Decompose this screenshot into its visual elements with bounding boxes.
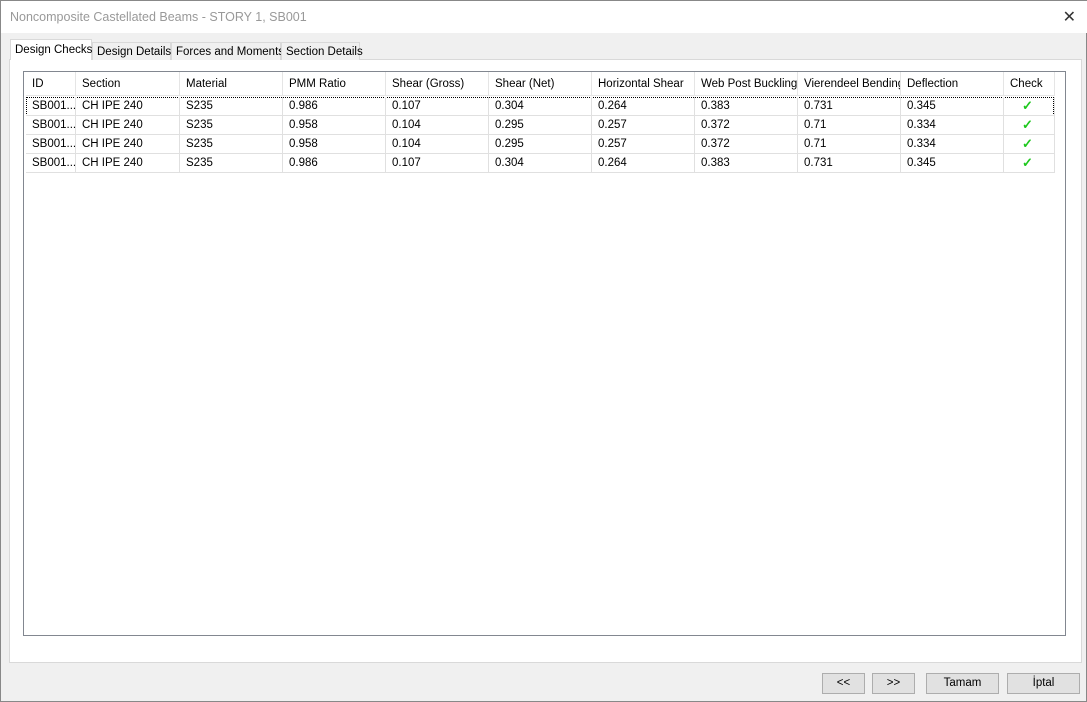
table-row[interactable]: SB001... CH IPE 240 S235 0.986 0.107 0.304 0.2… xyxy=(26,97,1055,116)
table-cell: CH IPE 240 xyxy=(76,154,180,173)
check-icon: ✓ xyxy=(1004,154,1055,173)
column-header[interactable]: Material xyxy=(180,72,283,96)
window-title: Noncomposite Castellated Beams - STORY 1… xyxy=(10,10,307,24)
column-header[interactable]: Shear (Net) xyxy=(489,72,592,96)
table-cell: SB001... xyxy=(26,154,76,173)
table-cell: 0.958 xyxy=(283,135,386,154)
table-cell: 0.107 xyxy=(386,97,489,116)
table-cell: SB001... xyxy=(26,135,76,154)
title-bar: Noncomposite Castellated Beams - STORY 1… xyxy=(1,1,1087,33)
table-cell: 0.383 xyxy=(695,97,798,116)
table-cell: 0.264 xyxy=(592,154,695,173)
table-cell: 0.104 xyxy=(386,116,489,135)
tab-design-checks[interactable]: Design Checks xyxy=(10,39,92,60)
table-cell: 0.257 xyxy=(592,116,695,135)
table-cell: 0.986 xyxy=(283,154,386,173)
column-header[interactable]: ID xyxy=(26,72,76,96)
table-cell: CH IPE 240 xyxy=(76,135,180,154)
table-row[interactable]: SB001... CH IPE 240 S235 0.986 0.107 0.304 0.2… xyxy=(26,154,1055,173)
column-header[interactable]: Shear (Gross) xyxy=(386,72,489,96)
tab-design-details[interactable]: Design Details xyxy=(92,42,171,60)
table-cell: 0.257 xyxy=(592,135,695,154)
table-cell: S235 xyxy=(180,97,283,116)
column-header[interactable]: Check xyxy=(1004,72,1055,96)
table-cell: 0.304 xyxy=(489,97,592,116)
column-header[interactable]: PMM Ratio xyxy=(283,72,386,96)
table-row[interactable]: SB001... CH IPE 240 S235 0.958 0.104 0.295 0.2… xyxy=(26,135,1055,154)
table-cell: 0.295 xyxy=(489,135,592,154)
table-cell: 0.107 xyxy=(386,154,489,173)
table-cell: CH IPE 240 xyxy=(76,97,180,116)
table-cell: 0.986 xyxy=(283,97,386,116)
table-header: ID Section Material PMM Ratio Shear (Gross) S… xyxy=(26,72,1055,96)
column-header[interactable]: Horizontal Shear xyxy=(592,72,695,96)
check-icon: ✓ xyxy=(1004,116,1055,135)
tab-section-details[interactable]: Section Details xyxy=(281,42,363,60)
table-cell: 0.731 xyxy=(798,97,901,116)
next-button[interactable]: >> xyxy=(872,673,915,694)
column-header[interactable]: Web Post Buckling xyxy=(695,72,798,96)
table-cell: 0.958 xyxy=(283,116,386,135)
table-cell: 0.345 xyxy=(901,97,1004,116)
table-cell: CH IPE 240 xyxy=(76,116,180,135)
design-checks-table: ID Section Material PMM Ratio Shear (Gross) S… xyxy=(23,71,1066,636)
table-cell: 0.71 xyxy=(798,116,901,135)
check-icon: ✓ xyxy=(1004,135,1055,154)
previous-button[interactable]: << xyxy=(822,673,865,694)
table-row[interactable]: SB001... CH IPE 240 S235 0.958 0.104 0.295 0.2… xyxy=(26,116,1055,135)
table-cell: 0.71 xyxy=(798,135,901,154)
close-icon[interactable]: ✕ xyxy=(1063,7,1076,27)
table-cell: S235 xyxy=(180,154,283,173)
table-cell: 0.345 xyxy=(901,154,1004,173)
table-cell: S235 xyxy=(180,116,283,135)
table-cell: 0.334 xyxy=(901,135,1004,154)
table-cell: 0.372 xyxy=(695,116,798,135)
cancel-button[interactable]: İptal xyxy=(1007,673,1080,694)
table-cell: 0.372 xyxy=(695,135,798,154)
tab-forces-and-moments[interactable]: Forces and Moments xyxy=(171,42,284,60)
table-cell: S235 xyxy=(180,135,283,154)
table-cell: SB001... xyxy=(26,97,76,116)
check-icon: ✓ xyxy=(1004,97,1055,116)
ok-button[interactable]: Tamam xyxy=(926,673,999,694)
table-cell: 0.304 xyxy=(489,154,592,173)
table-cell: 0.295 xyxy=(489,116,592,135)
table-cell: 0.104 xyxy=(386,135,489,154)
column-header[interactable]: Deflection xyxy=(901,72,1004,96)
table-cell: 0.264 xyxy=(592,97,695,116)
table-cell: SB001... xyxy=(26,116,76,135)
table-cell: 0.334 xyxy=(901,116,1004,135)
column-header[interactable]: Section xyxy=(76,72,180,96)
column-header[interactable]: Vierendeel Bending xyxy=(798,72,901,96)
table-cell: 0.383 xyxy=(695,154,798,173)
table-cell: 0.731 xyxy=(798,154,901,173)
